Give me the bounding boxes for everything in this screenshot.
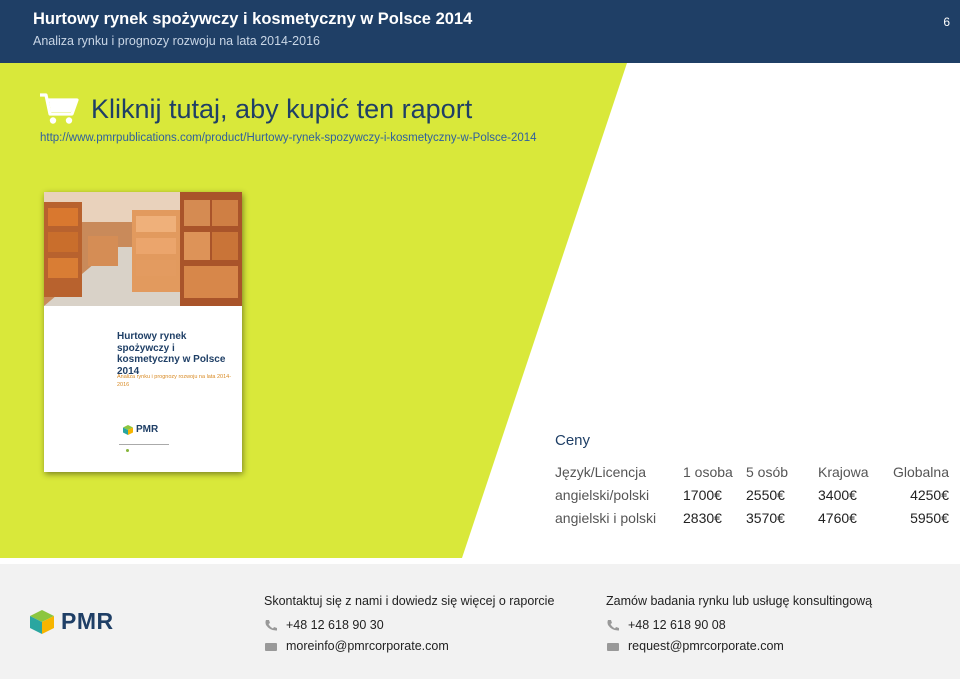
contact-left-heading: Skontaktuj się z nami i dowiedz się więc… [264, 594, 555, 608]
pmr-cube-icon [30, 609, 54, 634]
contact-left-phone[interactable]: +48 12 618 90 30 [264, 618, 384, 632]
pmr-logo: PMR [29, 608, 114, 635]
row-language: angielski i polski [555, 509, 657, 526]
buy-report-label: Kliknij tutaj, aby kupić ten raport [91, 93, 473, 124]
report-title: Hurtowy rynek spożywczy i kosmetyczny w … [33, 10, 473, 28]
contact-footer: PMR Skontaktuj się z nami i dowiedz się … [0, 564, 960, 679]
contact-left-email[interactable]: moreinfo@pmrcorporate.com [264, 639, 449, 653]
pmr-logo-text: PMR [61, 608, 114, 634]
header-global: Globalna [892, 463, 949, 480]
product-url-link[interactable]: http://www.pmrpublications.com/product/H… [40, 132, 537, 144]
page-number: 6 [943, 15, 950, 29]
prices-header-row: Język/Licencja 1 osoba 5 osób Krajowa Gl… [555, 460, 949, 483]
cover-dot [126, 449, 129, 452]
header-language-license: Język/Licencja [555, 463, 647, 480]
header-national: Krajowa [818, 463, 869, 480]
contact-right-phone[interactable]: +48 12 618 90 08 [606, 618, 726, 632]
cover-title: Hurtowy rynek spożywczy i kosmetyczny w … [117, 331, 226, 377]
report-cover-image: Hurtowy rynek spożywczy i kosmetyczny w … [44, 192, 242, 472]
contact-right-heading: Zamów badania rynku lub usługę konsultin… [606, 594, 873, 608]
contact-right-email-text: request@pmrcorporate.com [628, 639, 784, 653]
price-cell: 1700€ [683, 486, 722, 503]
email-icon [607, 643, 619, 651]
cover-subtitle: Analiza rynku i prognozy rozwoju na lata… [117, 374, 232, 388]
buy-report-link[interactable]: Kliknij tutaj, aby kupić ten raport [39, 92, 472, 126]
email-icon [265, 643, 277, 651]
contact-left-email-text: moreinfo@pmrcorporate.com [286, 639, 449, 653]
cover-logo-text: PMR [136, 424, 159, 435]
header-5-persons: 5 osób [746, 463, 789, 480]
prices-title: Ceny [555, 432, 591, 449]
phone-icon [607, 620, 619, 631]
report-subtitle: Analiza rynku i prognozy rozwoju na lata… [33, 34, 320, 48]
contact-right-email[interactable]: request@pmrcorporate.com [606, 639, 784, 653]
price-cell: 3400€ [818, 486, 857, 503]
price-cell: 5950€ [910, 509, 949, 526]
cover-divider [119, 444, 169, 445]
cover-pmr-logo: PMR [123, 424, 158, 435]
price-cell: 3570€ [746, 509, 785, 526]
prices-table: Język/Licencja 1 osoba 5 osób Krajowa Gl… [555, 460, 949, 529]
table-row: angielski i polski 2830€ 3570€ 4760€ 595… [555, 506, 949, 529]
price-cell: 4250€ [910, 486, 949, 503]
header-1-person: 1 osoba [683, 463, 733, 480]
shopping-cart-icon [40, 93, 79, 124]
price-cell: 2550€ [746, 486, 785, 503]
row-language: angielski/polski [555, 486, 650, 503]
contact-left-phone-text: +48 12 618 90 30 [286, 618, 384, 632]
report-header: Hurtowy rynek spożywczy i kosmetyczny w … [0, 0, 960, 63]
warehouse-photo [44, 192, 242, 306]
phone-icon [265, 620, 277, 631]
contact-right-phone-text: +48 12 618 90 08 [628, 618, 726, 632]
price-cell: 2830€ [683, 509, 722, 526]
pmr-cube-icon [123, 424, 133, 435]
table-row: angielski/polski 1700€ 2550€ 3400€ 4250€ [555, 483, 949, 506]
price-cell: 4760€ [818, 509, 857, 526]
